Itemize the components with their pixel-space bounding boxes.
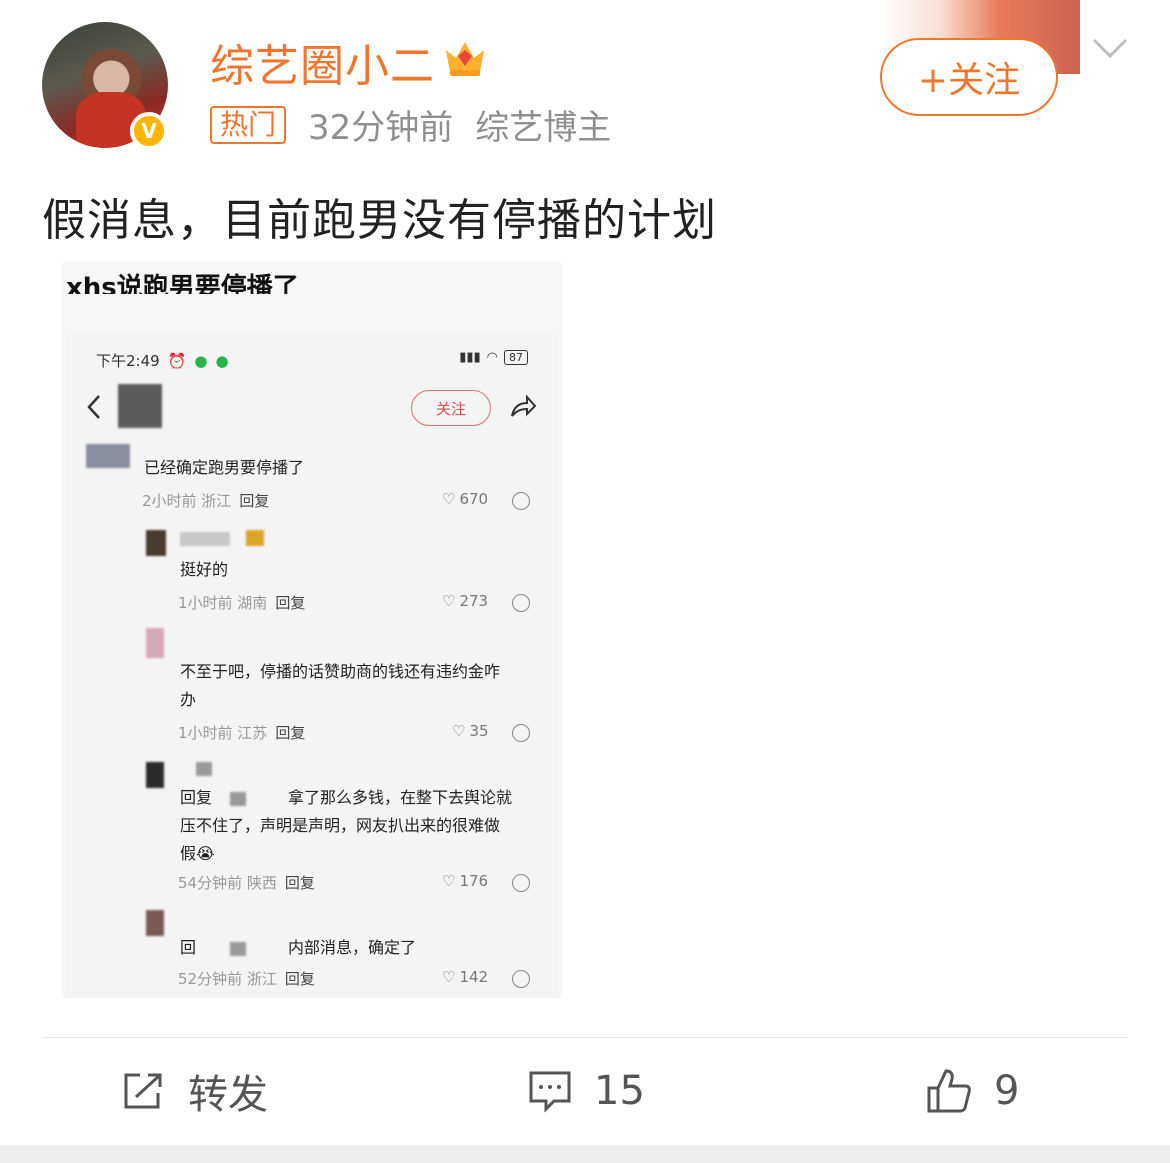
- statusbar-right: ▮▮▮ ◠ 87: [459, 350, 528, 365]
- verified-badge-icon: V: [130, 112, 168, 150]
- heart-icon: ♡: [452, 722, 466, 740]
- blurred-avatar: [146, 628, 164, 658]
- repost-label: 转发: [188, 1072, 268, 1118]
- blurred-avatar: [146, 762, 164, 788]
- heart-icon: ♡: [442, 592, 456, 610]
- back-icon: [87, 395, 100, 419]
- status-time: 下午2:49: [96, 352, 160, 370]
- cry-emoji-icon: 😭: [196, 844, 215, 863]
- statusbar: 下午2:49 ⏰ ● ●: [96, 350, 229, 371]
- divider: [42, 1037, 1128, 1038]
- emoji-icon: [512, 492, 530, 510]
- emoji-icon: [512, 594, 530, 612]
- comment-text-cont: 压不住了，声明是声明，网友扒出来的很难做: [180, 816, 501, 835]
- blurred-name: [180, 532, 230, 546]
- comment-text: 拿了那么多钱，在整下去舆论就: [288, 788, 513, 807]
- blurred-avatar: [118, 384, 162, 428]
- follow-label: +关注: [917, 60, 1021, 101]
- comment-text: 不至于吧，停播的话赞助商的钱还有违约金咋: [180, 662, 501, 681]
- like-count: 9: [994, 1068, 1020, 1114]
- thumbs-up-icon: [927, 1069, 971, 1113]
- blurred-name: [196, 762, 212, 776]
- comment-text-cont: 办: [180, 690, 197, 709]
- comment-meta: 1小时前 湖南 回复: [178, 594, 306, 612]
- comment-meta: 52分钟前 浙江 回复: [178, 970, 315, 988]
- comment-likes: ♡ 273: [442, 592, 489, 610]
- crown-icon: [446, 42, 484, 76]
- emoji-icon: [512, 970, 530, 988]
- image-caption: xhs说跑男要停播了: [66, 273, 299, 294]
- heart-icon: ♡: [442, 490, 456, 508]
- chat-icon: ●: [194, 351, 208, 370]
- phone-screenshot: 下午2:49 ⏰ ● ● ▮▮▮ ◠ 87 关注 已经确定跑男要停播了 2小时前…: [66, 332, 558, 998]
- like-button[interactable]: 9: [926, 1064, 1019, 1118]
- comment-likes: ♡ 176: [442, 872, 489, 890]
- follow-button[interactable]: +关注: [880, 38, 1058, 116]
- post-meta: 热门 32分钟前 综艺博主: [210, 100, 611, 149]
- blurred-avatar: [146, 910, 164, 936]
- comment-text-cont: 假😭: [180, 844, 215, 863]
- signal-icon: ▮▮▮: [459, 350, 481, 365]
- blurred-name: [230, 942, 246, 956]
- heart-icon: ♡: [442, 968, 456, 986]
- comment-likes: ♡ 142: [442, 968, 489, 986]
- comment-prefix: 回复: [180, 788, 213, 807]
- hot-tag: 热门: [210, 105, 287, 144]
- chevron-down-icon[interactable]: [1090, 32, 1130, 66]
- author-role: 综艺博主: [475, 108, 612, 148]
- repost-button[interactable]: 转发: [122, 1064, 268, 1118]
- blurred-badge: [246, 530, 264, 546]
- comment-meta: 2小时前 浙江 回复: [142, 492, 270, 510]
- comment-text: 已经确定跑男要停播了: [144, 458, 305, 477]
- blurred-avatar: [86, 444, 130, 468]
- username[interactable]: 综艺圈小二: [210, 30, 435, 94]
- wechat-icon: ●: [215, 351, 229, 370]
- emoji-icon: [512, 874, 530, 892]
- battery-icon: 87: [504, 350, 528, 365]
- comment-meta: 54分钟前 陕西 回复: [178, 874, 315, 892]
- comment-likes: ♡ 670: [442, 490, 489, 508]
- post-image[interactable]: xhs说跑男要停播了 下午2:49 ⏰ ● ● ▮▮▮ ◠ 87 关注 已经确定…: [62, 262, 562, 998]
- comment-likes: ♡ 35: [452, 722, 489, 740]
- blurred-avatar: [146, 530, 166, 556]
- share-icon: [511, 394, 537, 417]
- comment-count: 15: [594, 1068, 645, 1114]
- inner-follow-button: 关注: [411, 390, 491, 426]
- comment-prefix: 回: [180, 938, 197, 957]
- post-time: 32分钟前: [308, 108, 454, 148]
- bottom-bar: [0, 1145, 1170, 1163]
- comment-icon: [529, 1071, 571, 1113]
- comment-text: 挺好的: [180, 560, 229, 579]
- emoji-icon: [512, 724, 530, 742]
- comment-meta: 1小时前 江苏 回复: [178, 724, 306, 742]
- wifi-icon: ◠: [486, 350, 498, 365]
- post-text: 假消息，目前跑男没有停播的计划: [42, 195, 717, 246]
- heart-icon: ♡: [442, 872, 456, 890]
- repost-icon: [124, 1073, 162, 1109]
- comment-text: 内部消息，确定了: [288, 938, 417, 957]
- comment-button[interactable]: 15: [528, 1064, 645, 1118]
- alarm-icon: ⏰: [167, 351, 187, 370]
- blurred-name: [230, 792, 246, 806]
